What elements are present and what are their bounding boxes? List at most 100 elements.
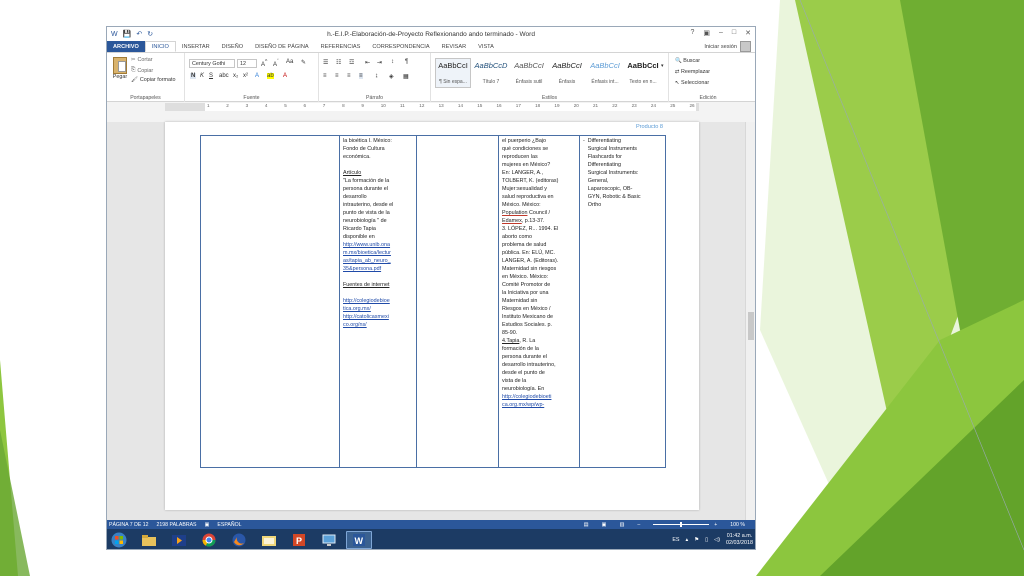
align-left-icon[interactable]: ≡: [323, 73, 327, 79]
word-app-icon[interactable]: W: [346, 531, 372, 549]
style-enfasis[interactable]: AaBbCcI Énfasis: [549, 58, 585, 88]
copy-button[interactable]: ⎘ Copiar: [131, 67, 153, 74]
bioetica-wp-link[interactable]: ca.org.mx/wp/wp-: [502, 401, 576, 409]
clear-format-icon[interactable]: ✎: [301, 59, 306, 66]
style-enfasis-sutil[interactable]: AaBbCcI Énfasis sutil: [511, 58, 547, 88]
tab-archivo[interactable]: ARCHIVO: [107, 41, 145, 52]
clock[interactable]: 01:42 a.m. 02/03/2018: [726, 533, 753, 547]
tab-vista[interactable]: VISTA: [472, 41, 500, 52]
remote-app-icon[interactable]: [316, 531, 342, 549]
tab-insertar[interactable]: INSERTAR: [176, 41, 216, 52]
folder-app-icon[interactable]: [256, 531, 282, 549]
multilevel-list-icon[interactable]: ☲: [349, 59, 354, 66]
scrollbar-thumb[interactable]: [748, 312, 754, 340]
text-effects-icon[interactable]: A: [255, 73, 259, 79]
bioetica-link[interactable]: tica.org.mx/: [343, 305, 413, 313]
article-link[interactable]: as/tapia_ab_neuro_: [343, 257, 413, 265]
tab-diseno-pagina[interactable]: DISEÑO DE PÁGINA: [249, 41, 314, 52]
tab-revisar[interactable]: REVISAR: [436, 41, 473, 52]
align-center-icon[interactable]: ≡: [335, 73, 339, 79]
catolicas-link[interactable]: co.org/ns/: [343, 321, 413, 329]
styles-more-icon[interactable]: ▾: [661, 63, 664, 69]
zoom-slider-knob[interactable]: [680, 522, 683, 527]
font-name-select[interactable]: Century Gothi: [189, 59, 235, 68]
powerpoint-app-icon[interactable]: P: [286, 531, 312, 549]
document-page[interactable]: Producto 8 la bioética I. México: Fondo …: [165, 122, 699, 510]
start-button[interactable]: [110, 531, 128, 549]
zoom-slider[interactable]: [653, 522, 710, 527]
table-cell-empty-2[interactable]: [416, 135, 499, 468]
catolicas-link[interactable]: http://catolicasmexi: [343, 313, 413, 321]
sort-icon[interactable]: ↕: [391, 59, 394, 65]
volume-icon[interactable]: ◁): [714, 537, 720, 543]
media-player-app-icon[interactable]: [166, 531, 192, 549]
change-case-icon[interactable]: Aa: [286, 59, 293, 65]
network-icon[interactable]: ▯: [705, 537, 708, 543]
align-right-icon[interactable]: ≡: [347, 73, 351, 79]
input-language[interactable]: ES: [672, 537, 679, 543]
print-layout-icon[interactable]: ▣: [602, 522, 607, 528]
tab-correspondencia[interactable]: CORRESPONDENCIA: [366, 41, 435, 52]
style-sin-espaciado[interactable]: AaBbCcI ¶ Sin espa...: [435, 58, 471, 88]
tray-arrow-icon[interactable]: ▴: [686, 537, 689, 543]
subscript-icon[interactable]: x₂: [233, 73, 238, 79]
maximize-button[interactable]: □: [732, 29, 736, 37]
replace-button[interactable]: ⇄ Reemplazar: [675, 69, 710, 75]
underline-icon[interactable]: S: [209, 73, 213, 79]
paste-button[interactable]: Pegar: [111, 57, 129, 80]
bioetica-link[interactable]: http://colegiodebioe: [343, 297, 413, 305]
tab-inicio[interactable]: INICIO: [144, 41, 176, 52]
superscript-icon[interactable]: x²: [243, 73, 248, 79]
grow-font-icon[interactable]: A^: [261, 59, 267, 68]
table-cell-bibliography[interactable]: la bioética I. México: Fondo de Cultura …: [339, 135, 417, 468]
style-texto-negrita[interactable]: AaBbCcI Texto en n...: [625, 58, 661, 88]
zoom-in-icon[interactable]: +: [714, 522, 717, 528]
horizontal-ruler[interactable]: 1 2 3 4 5 6 7 8 9 10 11 12 13 14 15 16 17 18 19 20 21 22 23 24 2…: [107, 102, 755, 112]
close-button[interactable]: ✕: [745, 29, 751, 37]
page-count[interactable]: PÁGINA 7 DE 12: [109, 522, 149, 528]
word-count[interactable]: 2198 PALABRAS: [157, 522, 197, 528]
strikethrough-icon[interactable]: abc: [219, 73, 229, 79]
proofing-icon[interactable]: ▣: [205, 522, 210, 528]
firefox-app-icon[interactable]: [226, 531, 252, 549]
table-cell-references[interactable]: el puerperio ¿Bajo qué condiciones se repr…: [498, 135, 580, 468]
bullets-icon[interactable]: ☰: [323, 59, 328, 66]
minimize-button[interactable]: –: [719, 29, 723, 37]
highlight-icon[interactable]: ab: [267, 73, 274, 79]
format-painter-button[interactable]: 🖌 Copiar formato: [131, 77, 176, 83]
sign-in[interactable]: Iniciar sesión: [704, 41, 755, 52]
action-center-icon[interactable]: ⚑: [694, 537, 699, 543]
decrease-indent-icon[interactable]: ⇤: [365, 59, 370, 66]
chrome-app-icon[interactable]: [196, 531, 222, 549]
cut-button[interactable]: ✂ Cortar: [131, 57, 153, 63]
article-link[interactable]: m.mx/bioetica/lectur: [343, 249, 413, 257]
find-button[interactable]: 🔍 Buscar: [675, 58, 700, 64]
font-color-icon[interactable]: A: [283, 73, 287, 79]
article-link[interactable]: 35&persona.pdf: [343, 265, 413, 273]
web-layout-icon[interactable]: ▥: [619, 522, 624, 528]
increase-indent-icon[interactable]: ⇥: [377, 59, 382, 66]
table-cell-resources[interactable]: - Differentiating Surgical Instruments Fla…: [579, 135, 666, 468]
table-cell-empty[interactable]: [200, 135, 340, 468]
explorer-app-icon[interactable]: [136, 531, 162, 549]
borders-icon[interactable]: ▦: [403, 73, 409, 80]
style-titulo-7[interactable]: AaBbCcD Título 7: [473, 58, 509, 88]
article-link[interactable]: http://www.unib.ona: [343, 241, 413, 249]
show-marks-icon[interactable]: ¶: [405, 59, 408, 65]
style-enfasis-intenso[interactable]: AaBbCcI Énfasis int...: [587, 58, 623, 88]
line-spacing-icon[interactable]: ↨: [375, 73, 378, 79]
font-size-select[interactable]: 12: [237, 59, 257, 68]
zoom-out-icon[interactable]: –: [637, 522, 640, 528]
italic-icon[interactable]: K: [200, 73, 204, 79]
shrink-font-icon[interactable]: Aˇ: [273, 59, 279, 68]
shading-icon[interactable]: ◈: [389, 73, 394, 80]
vertical-scrollbar[interactable]: [745, 122, 755, 520]
bioetica-wp-link[interactable]: http://colegiodebioeti: [502, 393, 576, 401]
help-button[interactable]: ?: [690, 29, 694, 37]
language-indicator[interactable]: ESPAÑOL: [217, 522, 241, 528]
ribbon-options-button[interactable]: ▣: [703, 29, 710, 37]
tab-referencias[interactable]: REFERENCIAS: [315, 41, 367, 52]
select-button[interactable]: ↖ Seleccionar: [675, 80, 709, 86]
bold-icon[interactable]: N: [190, 73, 197, 79]
tab-diseno[interactable]: DISEÑO: [216, 41, 249, 52]
